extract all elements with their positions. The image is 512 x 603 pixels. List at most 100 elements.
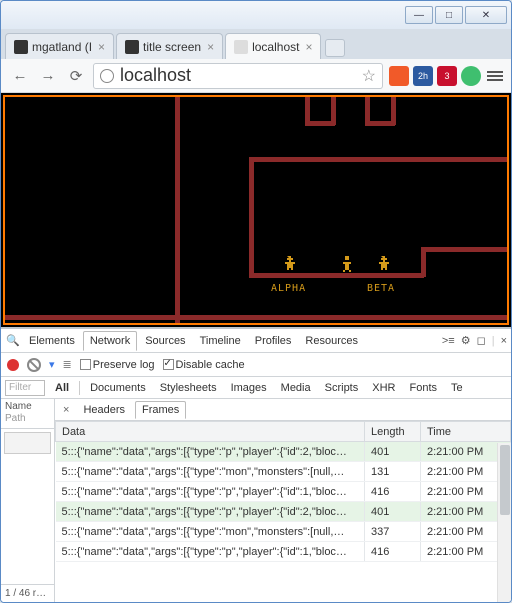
network-toolbar: ▾ ≣ Preserve log Disable cache: [1, 353, 511, 377]
filter-stylesheets[interactable]: Stylesheets: [156, 382, 221, 394]
extension-rescuetime-icon[interactable]: 2h: [413, 66, 433, 86]
browser-window: — □ ✕ mgatland (I × title screen × local…: [0, 0, 512, 603]
back-button[interactable]: ←: [9, 65, 31, 87]
address-bar[interactable]: localhost ☆: [93, 63, 383, 89]
devtools-tab-network[interactable]: Network: [83, 331, 137, 351]
frame-row[interactable]: 5:::{"name":"data","args":[{"type":"p","…: [56, 482, 511, 502]
frame-row[interactable]: 5:::{"name":"data","args":[{"type":"p","…: [56, 542, 511, 562]
tab-0[interactable]: mgatland (I ×: [5, 33, 114, 59]
devtools-tab-resources[interactable]: Resources: [299, 332, 364, 350]
request-detail: × Headers Frames Data Length Time 5:::{"…: [55, 399, 511, 602]
scrollbar-thumb[interactable]: [500, 445, 510, 515]
frames-grid[interactable]: Data Length Time 5:::{"name":"data","arg…: [55, 421, 511, 602]
devtools-tab-profiles[interactable]: Profiles: [249, 332, 298, 350]
github-icon: [125, 40, 139, 54]
player-sprite-mid: [341, 256, 353, 272]
window-titlebar[interactable]: — □ ✕: [1, 1, 511, 29]
tab-2[interactable]: localhost ×: [225, 33, 321, 59]
filter-toggle-icon[interactable]: ▾: [49, 358, 55, 371]
cell-length: 401: [365, 442, 421, 462]
network-body: Name Path 1 / 46 r… × Headers Frames Dat…: [1, 399, 511, 602]
devtools-close-icon[interactable]: ×: [501, 335, 507, 347]
bookmark-star-icon[interactable]: ☆: [362, 66, 376, 86]
inspect-icon[interactable]: 🔍: [5, 334, 21, 347]
cell-length: 131: [365, 462, 421, 482]
settings-gear-icon[interactable]: ⚙: [461, 334, 471, 347]
extension-dot-icon[interactable]: [461, 66, 481, 86]
scrollbar[interactable]: [497, 443, 511, 602]
subtab-frames[interactable]: Frames: [135, 401, 186, 419]
site-info-icon[interactable]: [100, 69, 114, 83]
preserve-log-checkbox[interactable]: Preserve log: [80, 359, 155, 371]
cell-length: 401: [365, 502, 421, 522]
window-minimize-button[interactable]: —: [405, 6, 433, 24]
tab-label: localhost: [252, 40, 299, 54]
tab-strip: mgatland (I × title screen × localhost ×: [1, 29, 511, 59]
cell-length: 337: [365, 522, 421, 542]
game-canvas[interactable]: ALPHA BETA: [3, 95, 509, 325]
frame-row[interactable]: 5:::{"name":"data","args":[{"type":"p","…: [56, 502, 511, 522]
chrome-menu-icon[interactable]: [487, 71, 503, 81]
cell-data: 5:::{"name":"data","args":[{"type":"mon"…: [56, 462, 365, 482]
cell-data: 5:::{"name":"data","args":[{"type":"p","…: [56, 502, 365, 522]
player-label-alpha: ALPHA: [271, 283, 306, 294]
filter-documents[interactable]: Documents: [86, 382, 150, 394]
filter-xhr[interactable]: XHR: [368, 382, 399, 394]
devtools-tab-timeline[interactable]: Timeline: [194, 332, 247, 350]
extension-postman-icon[interactable]: [389, 66, 409, 86]
view-icon[interactable]: ≣: [63, 358, 72, 371]
filter-media[interactable]: Media: [277, 382, 315, 394]
filter-images[interactable]: Images: [227, 382, 271, 394]
drawer-toggle-icon[interactable]: >≡: [442, 335, 455, 347]
new-tab-button[interactable]: [325, 39, 345, 57]
forward-button[interactable]: →: [37, 65, 59, 87]
toolbar: ← → ⟳ localhost ☆ 2h 3: [1, 59, 511, 93]
filter-fonts[interactable]: Fonts: [405, 382, 441, 394]
cell-length: 416: [365, 482, 421, 502]
filter-input[interactable]: Filter: [5, 380, 45, 396]
window-maximize-button[interactable]: □: [435, 6, 463, 24]
github-icon: [14, 40, 28, 54]
player-sprite-beta: [377, 256, 389, 272]
devtools-panel: 🔍 Elements Network Sources Timeline Prof…: [1, 327, 511, 602]
col-time[interactable]: Time: [421, 422, 511, 442]
record-button[interactable]: [7, 359, 19, 371]
frame-row[interactable]: 5:::{"name":"data","args":[{"type":"p","…: [56, 442, 511, 462]
cell-data: 5:::{"name":"data","args":[{"type":"p","…: [56, 482, 365, 502]
extensions: 2h 3: [389, 66, 481, 86]
sidebar-header[interactable]: Name Path: [1, 399, 54, 429]
frame-row[interactable]: 5:::{"name":"data","args":[{"type":"mon"…: [56, 522, 511, 542]
close-tab-icon[interactable]: ×: [98, 40, 105, 54]
filter-more[interactable]: Te: [447, 382, 467, 394]
cell-length: 416: [365, 542, 421, 562]
close-tab-icon[interactable]: ×: [305, 40, 312, 54]
subtab-headers[interactable]: Headers: [77, 402, 131, 418]
frame-row[interactable]: 5:::{"name":"data","args":[{"type":"mon"…: [56, 462, 511, 482]
col-length[interactable]: Length: [365, 422, 421, 442]
tab-label: mgatland (I: [32, 40, 92, 54]
filter-all[interactable]: All: [51, 382, 73, 394]
devtools-tabs: 🔍 Elements Network Sources Timeline Prof…: [1, 329, 511, 353]
status-footer: 1 / 46 r…: [1, 584, 54, 602]
filter-scripts[interactable]: Scripts: [321, 382, 363, 394]
network-filter-bar: Filter All Documents Stylesheets Images …: [1, 377, 511, 399]
reload-button[interactable]: ⟳: [65, 65, 87, 87]
close-tab-icon[interactable]: ×: [207, 40, 214, 54]
window-close-button[interactable]: ✕: [465, 6, 507, 24]
url-text: localhost: [120, 65, 356, 86]
player-sprite-alpha: [283, 256, 295, 272]
dock-icon[interactable]: ◻: [477, 334, 486, 347]
request-list-sidebar: Name Path 1 / 46 r…: [1, 399, 55, 602]
detail-tabs: × Headers Frames: [55, 399, 511, 421]
col-data[interactable]: Data: [56, 422, 365, 442]
clear-button[interactable]: [27, 358, 41, 372]
devtools-tab-sources[interactable]: Sources: [139, 332, 191, 350]
detail-close-icon[interactable]: ×: [59, 404, 73, 416]
cell-data: 5:::{"name":"data","args":[{"type":"p","…: [56, 542, 365, 562]
devtools-tab-elements[interactable]: Elements: [23, 332, 81, 350]
extension-lastpass-icon[interactable]: 3: [437, 66, 457, 86]
cell-data: 5:::{"name":"data","args":[{"type":"mon"…: [56, 522, 365, 542]
tab-1[interactable]: title screen ×: [116, 33, 223, 59]
request-item[interactable]: [4, 432, 51, 454]
disable-cache-checkbox[interactable]: Disable cache: [163, 359, 245, 371]
